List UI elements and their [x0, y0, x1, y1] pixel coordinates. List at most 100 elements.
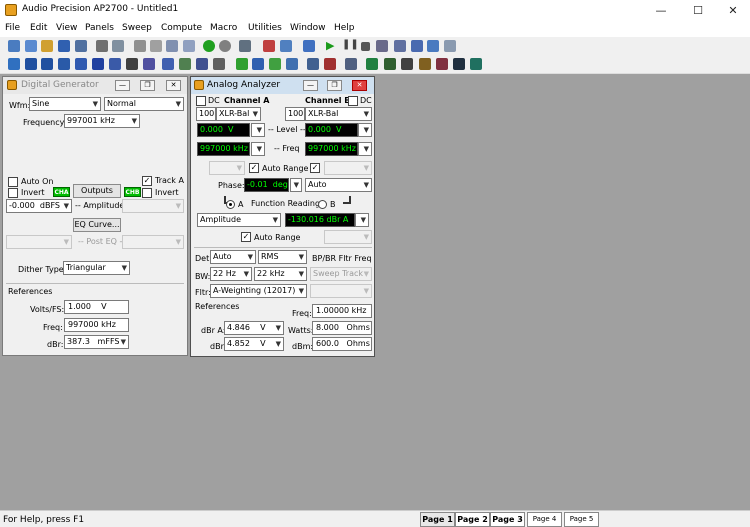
- arrow-down-icon[interactable]: [252, 58, 264, 70]
- waveform-select[interactable]: Sine ▼: [29, 97, 101, 111]
- digital-io-icon[interactable]: [92, 58, 104, 70]
- generator-close-button[interactable]: ✕: [166, 80, 181, 91]
- analyzer-restore-button[interactable]: ❐: [327, 80, 342, 91]
- panel4-icon[interactable]: [419, 58, 431, 70]
- single-step-icon[interactable]: [376, 40, 388, 52]
- bw-high-select[interactable]: 22 kHz ▼: [254, 267, 307, 281]
- chart-icon[interactable]: [269, 58, 281, 70]
- detector-select[interactable]: Auto ▼: [210, 250, 256, 264]
- waveform-mode-select[interactable]: Normal ▼: [104, 97, 184, 111]
- dbr-field[interactable]: 387.3 mFFS ▼: [64, 335, 129, 349]
- clock-icon[interactable]: [126, 58, 138, 70]
- glasses-icon[interactable]: [394, 40, 406, 52]
- generator-title-bar[interactable]: Digital Generator: [3, 77, 187, 94]
- analyzer-ref-freq-field[interactable]: 1.00000 kHz: [312, 304, 372, 318]
- export-icon[interactable]: [427, 40, 439, 52]
- frequency-field[interactable]: 997001 kHz ▼: [64, 114, 140, 128]
- freq-a-unit-select[interactable]: ▼: [251, 142, 265, 156]
- meter-icon[interactable]: [75, 58, 87, 70]
- dbm-field[interactable]: 600.0 Ohms: [312, 337, 372, 351]
- level-a-unit-select[interactable]: ▼: [251, 123, 265, 137]
- close-button[interactable]: ✕: [715, 0, 750, 21]
- page-tab-4[interactable]: Page 4: [527, 512, 562, 527]
- analyzer-close-button[interactable]: ✕: [352, 80, 367, 91]
- menu-compute[interactable]: Compute: [161, 23, 202, 33]
- dc-a-checkbox[interactable]: [196, 96, 206, 106]
- dither-type-select[interactable]: Triangular ▼: [63, 261, 130, 275]
- search-icon[interactable]: [411, 40, 423, 52]
- auto-range-2-checkbox[interactable]: ✓: [241, 232, 251, 242]
- impedance-b-select[interactable]: 100k: [285, 107, 305, 121]
- dbr-a-field[interactable]: 4.846 V ▼: [224, 321, 284, 335]
- menu-panels[interactable]: Panels: [85, 23, 114, 33]
- save-icon[interactable]: [58, 40, 70, 52]
- dc-b-checkbox[interactable]: [348, 96, 358, 106]
- play-icon[interactable]: ▶: [326, 39, 334, 52]
- amplitude-field[interactable]: -0.000 dBFS ▼: [6, 199, 72, 213]
- panel6-icon[interactable]: [453, 58, 465, 70]
- print-preview-icon[interactable]: [112, 40, 124, 52]
- edit-icon[interactable]: [345, 58, 357, 70]
- connector-b-select[interactable]: XLR-Bal ▼: [305, 107, 372, 121]
- spider-icon[interactable]: [324, 58, 336, 70]
- menu-file[interactable]: File: [5, 23, 20, 33]
- minimize-button[interactable]: —: [643, 0, 679, 21]
- menu-help[interactable]: Help: [334, 23, 355, 33]
- eq-curve-button[interactable]: EQ Curve...: [73, 218, 121, 232]
- dial-icon[interactable]: [213, 58, 225, 70]
- generator-minimize-button[interactable]: —: [115, 80, 130, 91]
- panel3-icon[interactable]: [401, 58, 413, 70]
- speaker-icon[interactable]: [143, 58, 155, 70]
- function-select[interactable]: Amplitude ▼: [197, 213, 281, 227]
- new-icon[interactable]: [8, 40, 20, 52]
- scope-icon[interactable]: [196, 58, 208, 70]
- stop-square-icon[interactable]: [361, 42, 370, 51]
- cut-icon[interactable]: [150, 40, 162, 52]
- open-icon[interactable]: [25, 40, 37, 52]
- sync-icon[interactable]: [109, 58, 121, 70]
- bug-icon[interactable]: [263, 40, 275, 52]
- panel1-icon[interactable]: [366, 58, 378, 70]
- print-icon[interactable]: [96, 40, 108, 52]
- connector-a-select[interactable]: XLR-Bal ▼: [216, 107, 261, 121]
- dcx-icon[interactable]: [162, 58, 174, 70]
- page-tab-5[interactable]: Page 5: [564, 512, 599, 527]
- menu-sweep[interactable]: Sweep: [122, 23, 152, 33]
- undo-icon[interactable]: [134, 40, 146, 52]
- check-icon[interactable]: [179, 58, 191, 70]
- save-as-icon[interactable]: [75, 40, 87, 52]
- maximize-button[interactable]: ☐: [680, 0, 716, 21]
- page-tab-3[interactable]: Page 3: [490, 512, 525, 527]
- page-tab-1[interactable]: Page 1: [420, 512, 455, 527]
- generator-restore-button[interactable]: ❐: [140, 80, 155, 91]
- graph-icon[interactable]: [8, 58, 20, 70]
- dbr-b-field[interactable]: 4.852 V ▼: [224, 337, 284, 351]
- page-tab-2[interactable]: Page 2: [455, 512, 490, 527]
- menu-macro[interactable]: Macro: [210, 23, 237, 33]
- analyzer-minimize-button[interactable]: —: [303, 80, 318, 91]
- bw-low-select[interactable]: 22 Hz ▼: [210, 267, 252, 281]
- arrow-right-icon[interactable]: [236, 58, 248, 70]
- watts-field[interactable]: 8.000 Ohms: [312, 321, 372, 335]
- generator-icon[interactable]: [25, 58, 37, 70]
- volts-fs-field[interactable]: 1.000 V: [64, 300, 129, 314]
- menu-view[interactable]: View: [56, 23, 77, 33]
- panel7-icon[interactable]: [470, 58, 482, 70]
- invert-b-checkbox[interactable]: [142, 188, 152, 198]
- sweep-icon[interactable]: [303, 40, 315, 52]
- auto-range-checkbox[interactable]: ✓: [249, 163, 259, 173]
- track-a-checkbox[interactable]: ✓: [142, 176, 152, 186]
- menu-window[interactable]: Window: [290, 23, 326, 33]
- function-a-radio[interactable]: [226, 200, 235, 209]
- invert-a-checkbox[interactable]: [8, 188, 18, 198]
- outputs-button[interactable]: Outputs: [73, 184, 121, 198]
- paste-icon[interactable]: [183, 40, 195, 52]
- function-b-radio[interactable]: [318, 200, 327, 209]
- menu-edit[interactable]: Edit: [30, 23, 47, 33]
- import-icon[interactable]: [444, 40, 456, 52]
- bars-icon[interactable]: [307, 58, 319, 70]
- phase-unit-select[interactable]: ▼: [290, 178, 302, 192]
- function-unit-select[interactable]: ▼: [355, 213, 369, 227]
- impedance-a-select[interactable]: 100k: [196, 107, 216, 121]
- go-icon[interactable]: [203, 40, 215, 52]
